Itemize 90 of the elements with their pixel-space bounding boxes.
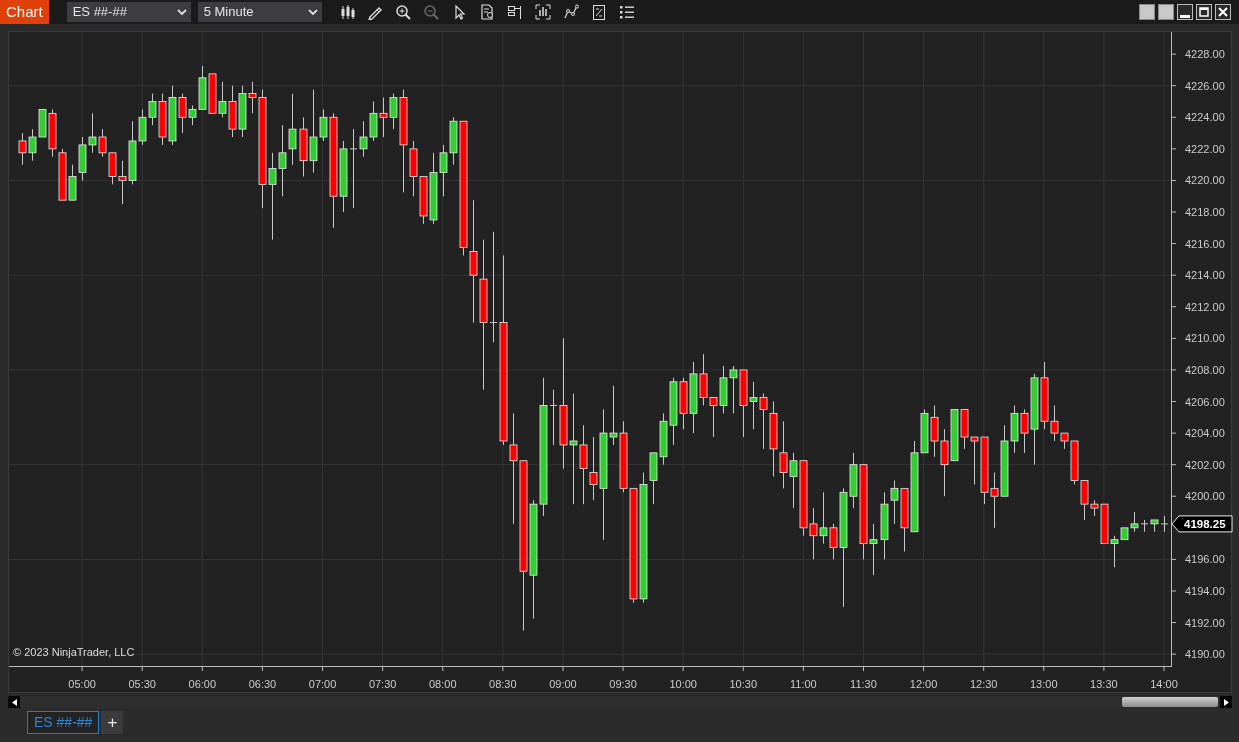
price-label: 4206.00 <box>1185 395 1225 408</box>
left-arrow-icon <box>11 698 17 706</box>
scroll-left-button[interactable] <box>8 696 20 708</box>
price-label: 4210.00 <box>1185 332 1225 345</box>
time-label: 11:30 <box>850 678 877 690</box>
candlestick <box>779 420 788 489</box>
time-label: 08:30 <box>489 678 517 690</box>
minimize-icon <box>1180 13 1190 19</box>
candlestick <box>719 365 728 414</box>
time-label: 07:00 <box>308 678 337 690</box>
time-label: 09:30 <box>609 678 637 690</box>
candlestick <box>729 365 738 414</box>
candlestick <box>78 136 87 181</box>
candlestick <box>439 144 448 197</box>
time-label: 05:00 <box>68 678 96 690</box>
maximize-icon <box>1199 7 1209 17</box>
candlestick <box>970 436 979 485</box>
price-label: 4216.00 <box>1185 237 1225 250</box>
time-label: 09:00 <box>549 678 577 690</box>
price-label: 4192.00 <box>1185 616 1225 629</box>
candlestick <box>88 112 97 154</box>
right-arrow-icon <box>1223 698 1229 706</box>
close-button[interactable] <box>1215 4 1231 20</box>
price-label: 4208.00 <box>1185 363 1225 376</box>
candlestick <box>369 101 378 142</box>
caret-icon <box>176 8 187 16</box>
price-label: 4218.00 <box>1185 206 1225 218</box>
price-label: 4196.00 <box>1185 553 1225 566</box>
time-label: 13:30 <box>1090 678 1118 690</box>
candlestick <box>659 412 668 466</box>
price-label: 4212.00 <box>1185 300 1225 313</box>
scroll-right-button[interactable] <box>1220 696 1232 708</box>
candlestick <box>699 353 708 406</box>
time-label: 13:00 <box>1030 678 1058 690</box>
dropdown[interactable]: ES ##-## <box>66 2 191 22</box>
candlestick <box>18 132 27 166</box>
candlestick <box>709 397 718 438</box>
chart-label: Chart <box>0 0 49 24</box>
time-label: 11:00 <box>790 678 817 690</box>
candlestick <box>98 128 107 158</box>
candlestick <box>960 408 969 450</box>
candlestick <box>28 128 37 162</box>
candlestick <box>990 472 999 529</box>
dropdown[interactable]: 5 Minute <box>197 2 322 22</box>
time-label: 05:30 <box>128 678 156 690</box>
candlestick <box>299 116 308 177</box>
maximize-button[interactable] <box>1196 4 1212 20</box>
price-label: 4204.00 <box>1185 427 1225 440</box>
time-label: 08:00 <box>429 678 457 690</box>
candlestick <box>950 408 959 462</box>
time-label: 14:00 <box>1150 678 1178 690</box>
price-label: 4226.00 <box>1185 79 1225 92</box>
add-tab-button[interactable]: + <box>101 711 124 734</box>
last-price-badge: 4198.25 <box>1171 515 1233 533</box>
time-label: 06:30 <box>248 678 277 690</box>
candlestick <box>379 97 388 138</box>
minimize-button[interactable] <box>1177 4 1193 20</box>
candlestick <box>749 381 758 430</box>
price-label: 4228.00 <box>1185 48 1225 61</box>
price-label: 4224.00 <box>1185 111 1225 124</box>
time-label: 06:00 <box>188 678 217 690</box>
candlestick <box>1160 515 1169 533</box>
price-label: 4220.00 <box>1185 174 1225 187</box>
candlestick <box>208 73 217 114</box>
candlestick <box>108 152 117 185</box>
candlestick <box>940 428 949 497</box>
candlestick <box>679 377 688 430</box>
scroll-thumb[interactable] <box>1122 697 1218 707</box>
time-label: 07:30 <box>368 678 397 690</box>
close-icon <box>1218 7 1228 17</box>
price-label: 4222.00 <box>1185 142 1225 155</box>
candlestick <box>739 369 748 438</box>
price-label: 4200.00 <box>1185 490 1225 503</box>
copyright-text: © 2023 NinjaTrader, LLC <box>13 646 135 658</box>
time-label: 12:30 <box>969 678 998 690</box>
price-label: 4202.00 <box>1185 458 1225 471</box>
time-label: 12:00 <box>909 678 938 690</box>
price-label: 4194.00 <box>1185 585 1225 597</box>
chart-tab[interactable]: ES ##-## <box>27 711 100 734</box>
price-label: 4214.00 <box>1185 269 1225 282</box>
time-label: 10:00 <box>669 678 697 690</box>
candlestick <box>669 377 678 446</box>
candlestick <box>759 393 768 450</box>
time-label: 10:30 <box>729 678 758 690</box>
candlestick <box>930 404 939 458</box>
price-label: 4190.00 <box>1185 648 1225 661</box>
caret-icon <box>307 8 318 16</box>
candlestick <box>789 452 798 509</box>
candlestick <box>1150 519 1159 533</box>
candlestick <box>980 436 989 505</box>
